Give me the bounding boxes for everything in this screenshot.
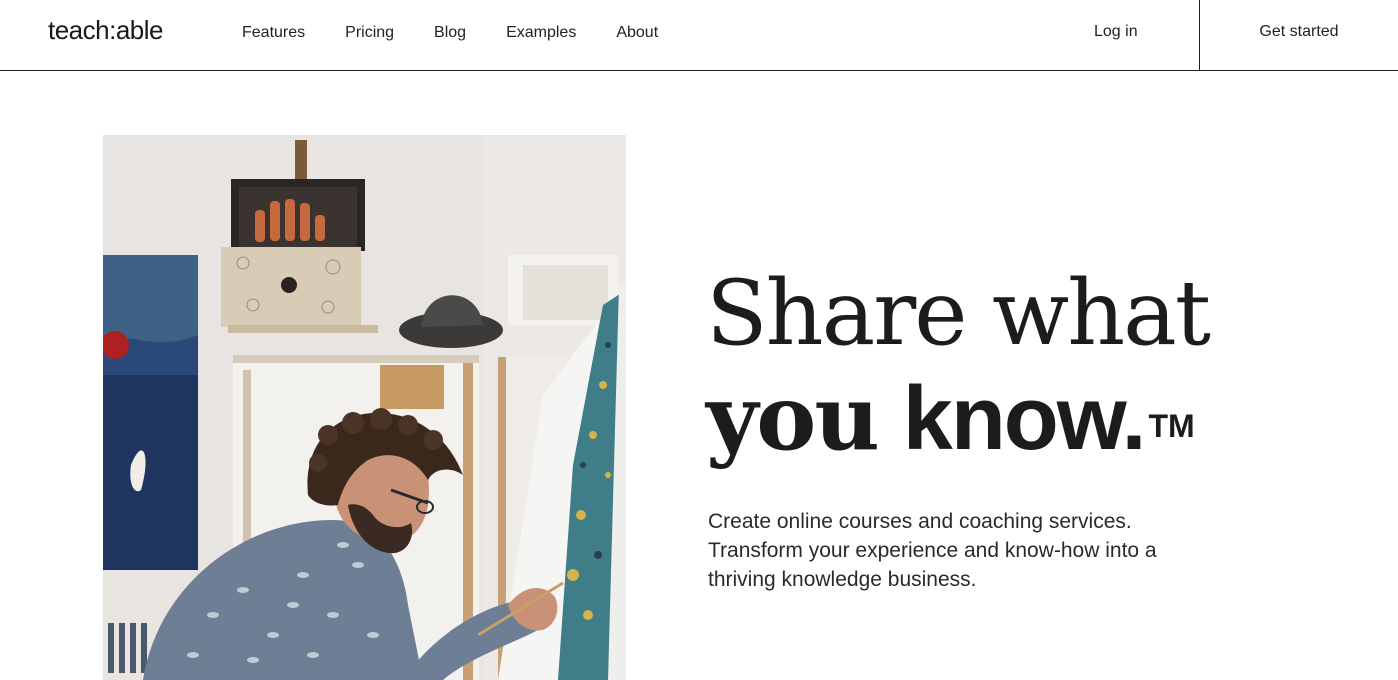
nav-link-blog[interactable]: Blog — [434, 24, 466, 42]
headline-serif-word: you — [706, 365, 880, 471]
nav-link-examples[interactable]: Examples — [506, 24, 576, 42]
headline-line-1: Share what — [706, 261, 1211, 366]
headline-line-2: you know. TM — [706, 366, 1266, 471]
top-navigation: teach:able Features Pricing Blog Example… — [0, 0, 1398, 71]
teachable-logo[interactable]: teach:able — [48, 15, 163, 46]
nav-link-pricing[interactable]: Pricing — [345, 24, 394, 42]
hero-headline: Share what you know. TM — [706, 262, 1266, 471]
artist-painting-photo — [103, 135, 626, 680]
hero-subtext: Create online courses and coaching servi… — [708, 510, 1157, 591]
headline-sans-word: know. — [902, 369, 1147, 469]
nav-link-features[interactable]: Features — [242, 24, 305, 42]
login-link[interactable]: Log in — [1094, 23, 1138, 41]
trademark-symbol: TM — [1148, 408, 1195, 444]
nav-link-about[interactable]: About — [616, 24, 658, 42]
get-started-button[interactable]: Get started — [1200, 0, 1398, 70]
main-nav-links: Features Pricing Blog Examples About — [242, 24, 698, 42]
